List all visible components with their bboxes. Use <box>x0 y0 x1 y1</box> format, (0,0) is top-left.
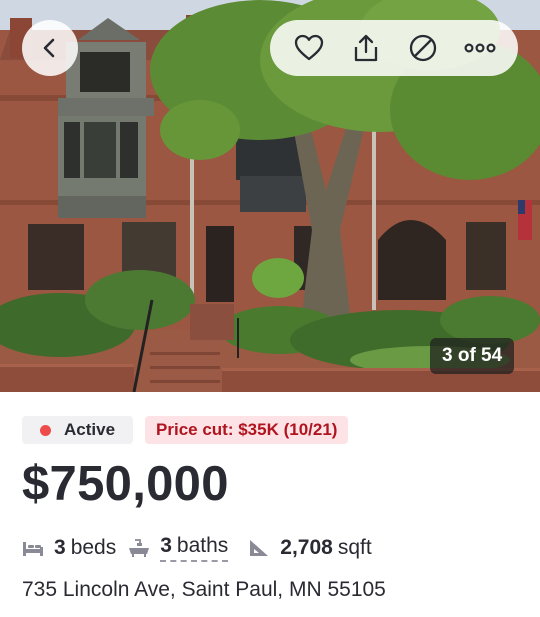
price-cut-badge: Price cut: $35K (10/21) <box>145 416 349 444</box>
hide-icon <box>409 34 436 62</box>
save-button[interactable] <box>289 28 329 68</box>
photo-counter: 3 of 54 <box>430 338 515 374</box>
baths-count: 3 <box>160 534 172 557</box>
status-dot-icon <box>40 424 51 436</box>
share-icon <box>354 34 377 62</box>
chevron-left-icon <box>43 38 55 58</box>
back-button[interactable] <box>22 20 78 76</box>
baths-text: 3 baths <box>160 534 229 562</box>
status-label: Active <box>64 420 116 439</box>
listing-badges: Active Price cut: $35K (10/21) <box>22 416 349 444</box>
baths-unit: baths <box>176 534 229 557</box>
hide-listing-button[interactable] <box>403 28 443 68</box>
beds-count: 3 <box>54 536 66 559</box>
more-options-button[interactable] <box>460 28 500 68</box>
listing-address: 735 Lincoln Ave, Saint Paul, MN 55105 <box>22 578 386 601</box>
home-facts: 3 beds 3 baths 2,708 sqft <box>22 534 372 562</box>
bathtub-icon <box>128 538 150 558</box>
listing-photo[interactable]: 3 of 54 <box>0 0 540 392</box>
beds-unit: beds <box>70 536 117 559</box>
sqft-count: 2,708 <box>280 536 333 559</box>
sqft-fact: 2,708 sqft <box>248 536 372 560</box>
beds-fact: 3 beds <box>22 536 116 560</box>
status-badge: Active <box>22 416 134 444</box>
heart-icon <box>294 34 323 61</box>
bed-icon <box>22 539 44 557</box>
more-icon <box>463 43 496 53</box>
ruler-triangle-icon <box>248 538 270 558</box>
share-button[interactable] <box>346 28 386 68</box>
price-cut-label: Price cut: $35K (10/21) <box>156 420 338 439</box>
sqft-unit: sqft <box>337 536 372 559</box>
baths-fact[interactable]: 3 baths <box>128 534 229 562</box>
photo-action-bar <box>270 20 518 76</box>
listing-price: $750,000 <box>22 457 229 511</box>
